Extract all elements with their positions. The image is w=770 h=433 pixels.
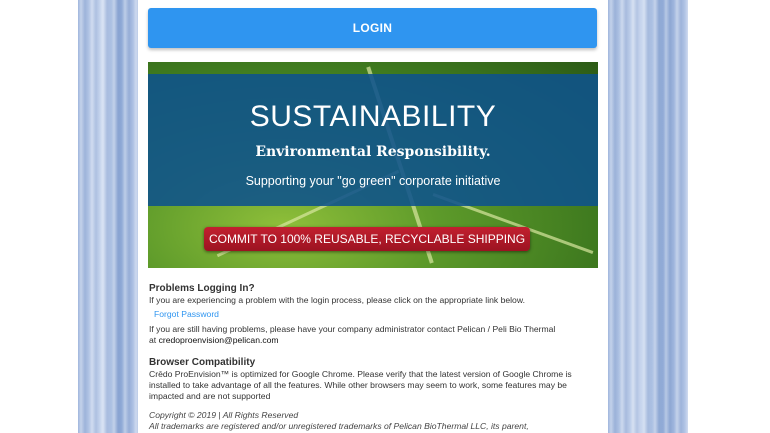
copyright-text: Copyright © 2019 | All Rights Reserved	[149, 410, 299, 420]
left-side-decoration	[78, 0, 138, 433]
footer: Copyright © 2019 | All Rights Reserved A…	[149, 410, 601, 432]
still-problems-section: If you are still having problems, please…	[149, 324, 601, 346]
problems-text: If you are experiencing a problem with t…	[149, 295, 525, 305]
banner-tagline: Supporting your "go green" corporate ini…	[245, 174, 501, 188]
login-panel: LOGIN SUSTAINABILITY Environmental Respo…	[138, 0, 608, 433]
sustainability-banner: SUSTAINABILITY Environmental Responsibil…	[148, 62, 598, 268]
banner-ribbon: COMMIT TO 100% REUSABLE, RECYCLABLE SHIP…	[204, 227, 530, 251]
login-button[interactable]: LOGIN	[148, 8, 597, 48]
compatibility-text: Crēdo ProEnvision™ is optimized for Goog…	[149, 369, 572, 401]
contact-email: credoproenvision@pelican.com	[158, 335, 279, 345]
banner-subtitle: Environmental Responsibility.	[255, 144, 491, 160]
forgot-password-link[interactable]: Forgot Password	[154, 309, 219, 319]
contact-at: at	[149, 335, 157, 345]
problems-heading: Problems Logging In?	[149, 283, 255, 294]
banner-title: SUSTAINABILITY	[249, 100, 497, 133]
contact-line: at credoproenvision@pelican.com	[149, 335, 601, 346]
still-problems-text: If you are still having problems, please…	[149, 324, 556, 334]
problems-section: Problems Logging In? If you are experien…	[149, 282, 601, 306]
right-side-decoration	[608, 0, 688, 433]
compatibility-heading: Browser Compatibility	[149, 357, 256, 368]
compatibility-section: Browser Compatibility Crēdo ProEnvision™…	[149, 356, 601, 402]
trademark-text: All trademarks are registered and/or unr…	[149, 421, 529, 431]
